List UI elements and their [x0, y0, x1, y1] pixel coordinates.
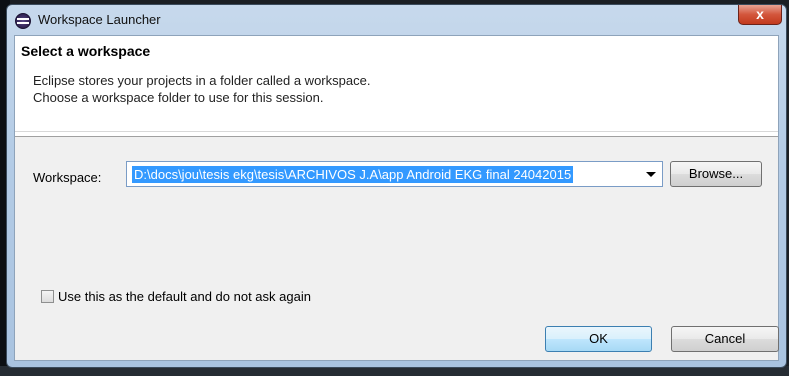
dialog-client-area: Select a workspace Eclipse stores your p…: [14, 35, 779, 361]
description-line-1: Eclipse stores your projects in a folder…: [33, 73, 371, 88]
checkbox-label[interactable]: Use this as the default and do not ask a…: [58, 289, 311, 304]
ok-button[interactable]: OK: [545, 326, 652, 352]
cancel-button[interactable]: Cancel: [671, 326, 779, 352]
browse-button[interactable]: Browse...: [670, 161, 762, 187]
workspace-label: Workspace:: [33, 170, 102, 185]
workspace-path-value[interactable]: D:\docs\jou\tesis ekg\tesis\ARCHIVOS J.A…: [132, 166, 574, 183]
close-icon: x: [756, 6, 764, 22]
close-button[interactable]: x: [738, 5, 782, 25]
workspace-launcher-window: Workspace Launcher x Select a workspace …: [6, 4, 787, 368]
window-title: Workspace Launcher: [38, 12, 161, 27]
dialog-heading: Select a workspace: [21, 43, 151, 59]
title-bar[interactable]: Workspace Launcher x: [7, 5, 786, 35]
header-banner: Select a workspace Eclipse stores your p…: [15, 36, 778, 137]
checkbox-box[interactable]: [41, 290, 54, 303]
workspace-combo[interactable]: D:\docs\jou\tesis ekg\tesis\ARCHIVOS J.A…: [126, 161, 663, 187]
description-line-2: Choose a workspace folder to use for thi…: [33, 90, 324, 105]
eclipse-icon: [15, 13, 31, 29]
chevron-down-icon[interactable]: [640, 162, 662, 186]
divider: [15, 131, 778, 132]
